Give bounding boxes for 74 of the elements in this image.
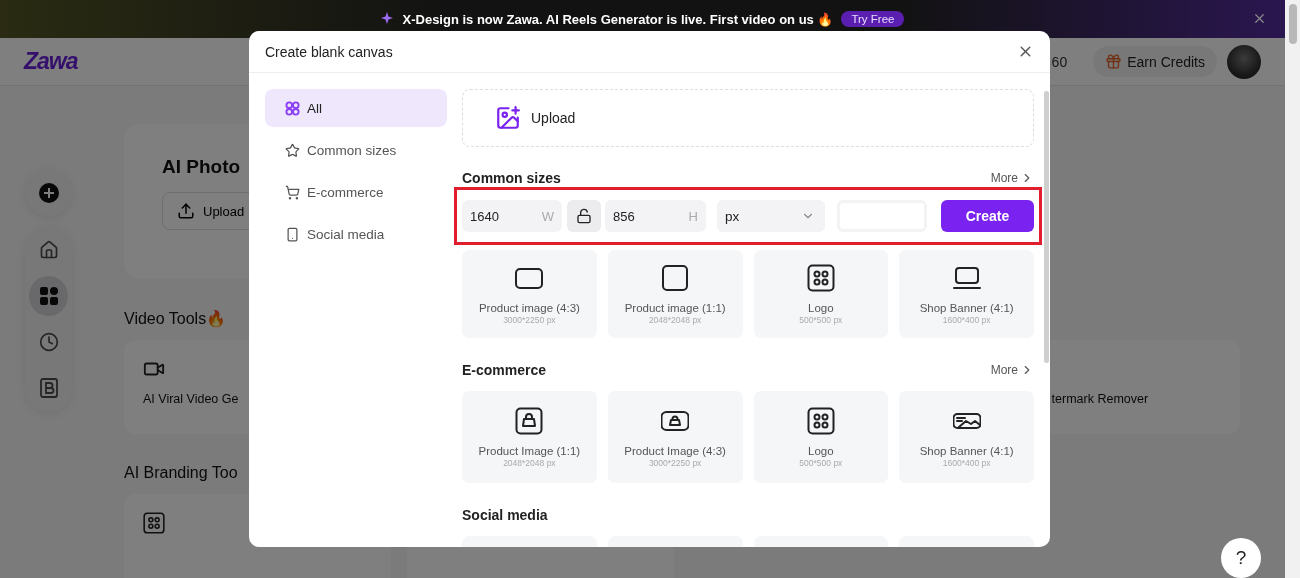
section-heading: Social media (462, 507, 548, 523)
shopping-bag-icon (515, 406, 544, 435)
plus-icon (38, 182, 59, 203)
size-dimensions: 3000*2250 px (648, 457, 702, 468)
size-dimensions: 2048*2048 px (503, 457, 556, 468)
image-plus-icon (495, 105, 521, 131)
size-label: Shop Banner (4:1) (919, 444, 1014, 457)
try-free-button[interactable]: Try Free (841, 11, 905, 27)
logo[interactable]: Zawa (24, 48, 78, 75)
category-tab[interactable]: Social media (265, 215, 447, 253)
square-icon (661, 263, 690, 292)
logo-grid-icon (806, 263, 835, 292)
category-tab[interactable]: Common sizes (265, 131, 447, 169)
help-button[interactable]: ? (1221, 538, 1261, 578)
avatar[interactable] (1227, 44, 1261, 79)
size-dimensions: 500*500 px (799, 314, 843, 325)
size-dimensions: 500*500 px (799, 457, 843, 468)
size-label: Product Image (4:3) (624, 444, 726, 457)
size-dimensions: 1600*400 px (942, 457, 991, 468)
more-link[interactable]: More (990, 171, 1034, 185)
grid-icon (39, 287, 58, 305)
logo-grid-icon (143, 512, 165, 534)
unlock-icon (576, 208, 592, 224)
size-label: Logo (808, 301, 834, 314)
rail-button[interactable] (29, 276, 68, 316)
size-card[interactable]: Product Image (1:1) 2048*2048 px (462, 391, 597, 483)
star-icon (285, 142, 300, 158)
category-tab[interactable]: All (265, 89, 447, 127)
size-card[interactable]: Shop Banner (4:1) 1600*400 px (899, 250, 1034, 338)
earn-credits-button[interactable]: Earn Credits (1093, 46, 1217, 77)
section-heading: Common sizes (462, 170, 561, 186)
sparkle-icon (380, 12, 395, 26)
section-heading: E-commerce (462, 362, 547, 378)
height-field[interactable]: 856 H (605, 200, 706, 232)
section-title: AI Branding Too (124, 464, 238, 482)
logo-grid-icon (806, 406, 835, 435)
clock-icon (38, 332, 59, 352)
banner-text: X-Design is now Zawa. AI Reels Generator is live. First video on us 🔥 (402, 11, 834, 27)
hero-title: AI Photo (162, 156, 241, 178)
tool-label: termark Remover (1051, 392, 1149, 406)
dialog-scrollbar[interactable] (1043, 91, 1049, 363)
size-card[interactable]: Logo 500*500 px (753, 250, 889, 338)
tool-label: AI Viral Video Ge (143, 392, 239, 406)
document-icon (39, 378, 58, 398)
unit-select[interactable]: px (717, 200, 825, 232)
size-card[interactable]: Logo 500*500 px (753, 391, 889, 483)
size-dimensions: 3000*2250 px (503, 314, 556, 325)
size-label: Product image (4:3) (478, 301, 580, 314)
size-label: Product Image (1:1) (478, 444, 581, 457)
width-field[interactable]: 1640 W (462, 200, 562, 232)
size-card[interactable]: Product image (1:1) 2048*2048 px (607, 250, 743, 338)
section-title: Video Tools🔥 (124, 309, 227, 328)
phone-icon (285, 226, 300, 242)
credits-count: 60 (1051, 53, 1068, 70)
dialog-title: Create blank canvas (265, 43, 393, 60)
grid-icon (285, 100, 300, 116)
cart-icon (285, 184, 300, 200)
size-card[interactable]: Product image (4:3) 3000*2250 px (462, 250, 597, 338)
size-dimensions: 1600*400 px (942, 314, 991, 325)
close-icon[interactable] (1252, 11, 1267, 26)
home-icon (38, 240, 59, 260)
upload-icon (177, 202, 195, 220)
size-card[interactable]: Product Image (4:3) 3000*2250 px (607, 391, 743, 483)
page-scrollbar[interactable] (1285, 0, 1300, 578)
lock-button[interactable] (567, 200, 601, 232)
create-button[interactable]: Create (941, 200, 1034, 232)
size-card[interactable]: Shop Banner (4:1) 1600*400 px (899, 391, 1034, 483)
size-label: Shop Banner (4:1) (919, 301, 1014, 314)
category-tab[interactable]: E-commerce (265, 173, 447, 211)
gift-icon (1105, 53, 1123, 70)
size-dimensions: 2048*2048 px (648, 314, 702, 325)
upload-dropzone[interactable]: Upload (462, 89, 1034, 147)
size-label: Product image (1:1) (624, 301, 726, 314)
size-label: Logo (808, 444, 834, 457)
